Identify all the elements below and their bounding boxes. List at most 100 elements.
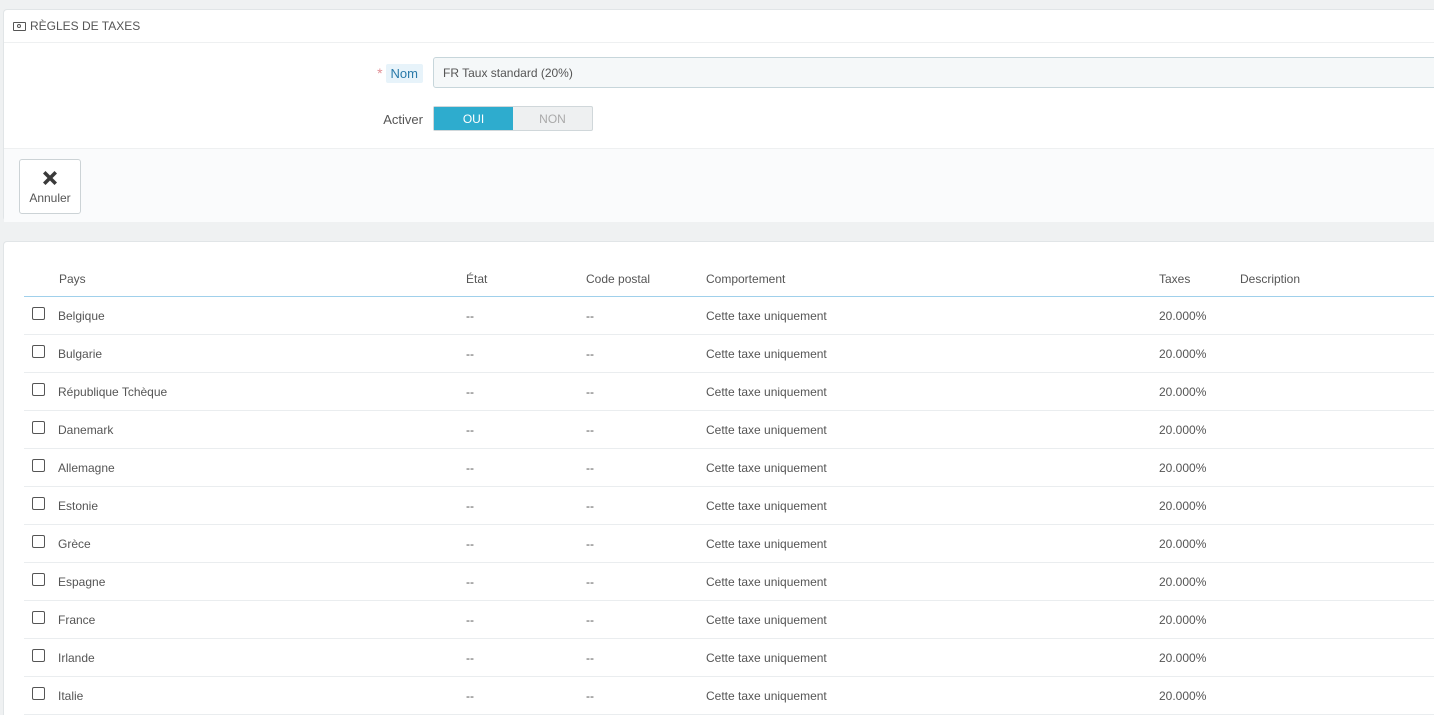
cell-code-postal: -- [586,638,706,677]
cell-code-postal: -- [586,524,706,563]
table-row[interactable]: Belgique -- -- Cette taxe uniquement 20.000% [24,296,1434,335]
panel-footer: Annuler [4,148,1434,222]
row-checkbox[interactable] [32,382,45,396]
table-row[interactable]: Bulgarie -- -- Cette taxe uniquement 20.000% [24,334,1434,373]
row-checkbox-cell [24,638,58,677]
cell-code-postal: -- [586,296,706,335]
cell-pays: Grèce [58,524,466,563]
cell-etat: -- [466,600,586,639]
table-row[interactable]: Grèce -- -- Cette taxe uniquement 20.000% [24,524,1434,563]
cell-etat: -- [466,676,586,715]
cell-taxes: 20.000% [1159,296,1240,335]
header-code-postal: Code postal [586,262,706,297]
cell-etat: -- [466,372,586,411]
cell-description [1240,448,1434,487]
panel-title: RÈGLES DE TAXES [30,19,141,33]
row-checkbox[interactable] [32,306,45,320]
cell-description [1240,524,1434,563]
cell-description [1240,562,1434,601]
row-checkbox-cell [24,600,58,639]
row-checkbox-cell [24,524,58,563]
cell-etat: -- [466,486,586,525]
cell-comportement: Cette taxe uniquement [706,638,1159,677]
name-input[interactable] [433,57,1434,88]
cell-etat: -- [466,410,586,449]
cell-comportement: Cette taxe uniquement [706,562,1159,601]
cell-code-postal: -- [586,600,706,639]
cell-description [1240,410,1434,449]
row-checkbox-cell [24,410,58,449]
cell-taxes: 20.000% [1159,410,1240,449]
table-row[interactable]: France -- -- Cette taxe uniquement 20.000% [24,600,1434,639]
cell-description [1240,638,1434,677]
row-checkbox[interactable] [32,686,45,700]
cell-comportement: Cette taxe uniquement [706,334,1159,373]
table-row[interactable]: Espagne -- -- Cette taxe uniquement 20.000% [24,562,1434,601]
cell-pays: Estonie [58,486,466,525]
name-row: * Nom [4,57,1434,89]
table-row[interactable]: Estonie -- -- Cette taxe uniquement 20.000% [24,486,1434,525]
cell-etat: -- [466,524,586,563]
cell-description [1240,334,1434,373]
cell-pays: Espagne [58,562,466,601]
table-row[interactable]: Danemark -- -- Cette taxe uniquement 20.000% [24,410,1434,449]
switch-off-option[interactable]: NON [513,107,592,130]
cell-pays: République Tchèque [58,372,466,411]
row-checkbox[interactable] [32,344,45,358]
cell-description [1240,296,1434,335]
row-checkbox-cell [24,372,58,411]
cell-pays: France [58,600,466,639]
row-checkbox-cell [24,562,58,601]
cell-code-postal: -- [586,372,706,411]
cell-code-postal: -- [586,448,706,487]
header-pays: Pays [58,262,466,297]
row-checkbox-cell [24,486,58,525]
enable-switch[interactable]: OUI NON [433,106,593,131]
cell-comportement: Cette taxe uniquement [706,524,1159,563]
table-row[interactable]: Irlande -- -- Cette taxe uniquement 20.000% [24,638,1434,677]
cell-taxes: 20.000% [1159,448,1240,487]
cell-description [1240,676,1434,715]
money-icon [13,21,26,31]
cell-code-postal: -- [586,486,706,525]
cell-etat: -- [466,562,586,601]
cell-etat: -- [466,296,586,335]
name-label-group: * Nom [377,57,423,89]
cancel-label: Annuler [29,191,71,205]
cell-taxes: 20.000% [1159,524,1240,563]
table-row[interactable]: Italie -- -- Cette taxe uniquement 20.000% [24,676,1434,715]
cell-comportement: Cette taxe uniquement [706,410,1159,449]
table-header-row: Pays État Code postal Comportement Taxes… [24,262,1434,297]
table-row[interactable]: Allemagne -- -- Cette taxe uniquement 20.000… [24,448,1434,487]
row-checkbox-cell [24,296,58,335]
cell-taxes: 20.000% [1159,600,1240,639]
header-select [24,262,58,297]
cell-taxes: 20.000% [1159,486,1240,525]
cell-etat: -- [466,334,586,373]
row-checkbox[interactable] [32,572,45,586]
row-checkbox[interactable] [32,420,45,434]
row-checkbox[interactable] [32,458,45,472]
panel-heading: RÈGLES DE TAXES [4,10,1434,43]
header-taxes: Taxes [1159,262,1240,297]
row-checkbox[interactable] [32,496,45,510]
cell-pays: Bulgarie [58,334,466,373]
cell-description [1240,600,1434,639]
header-comportement: Comportement [706,262,1159,297]
cell-comportement: Cette taxe uniquement [706,448,1159,487]
header-etat: État [466,262,586,297]
cell-taxes: 20.000% [1159,638,1240,677]
enable-label: Activer [383,111,423,127]
switch-on-option[interactable]: OUI [434,107,513,130]
required-mark: * [377,65,383,81]
cell-description [1240,372,1434,411]
row-checkbox[interactable] [32,534,45,548]
cell-comportement: Cette taxe uniquement [706,600,1159,639]
cell-comportement: Cette taxe uniquement [706,676,1159,715]
row-checkbox[interactable] [32,610,45,624]
row-checkbox-cell [24,334,58,373]
cancel-button[interactable]: Annuler [19,159,81,214]
table-row[interactable]: République Tchèque -- -- Cette taxe uniquem… [24,372,1434,411]
row-checkbox[interactable] [32,648,45,662]
tax-rule-form-panel: RÈGLES DE TAXES * Nom Activer OUI NON An… [3,9,1434,222]
